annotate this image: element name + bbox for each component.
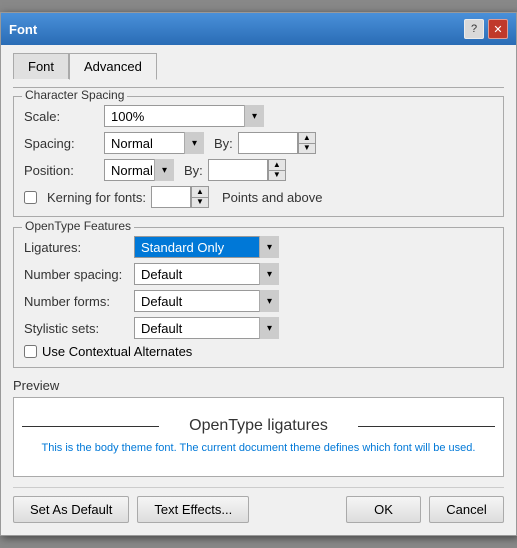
kerning-spin[interactable]: ▲ ▼ bbox=[191, 186, 209, 208]
preview-description: This is the body theme font. The current… bbox=[42, 441, 476, 456]
kerning-label: Kerning for fonts: bbox=[47, 190, 146, 205]
tab-font[interactable]: Font bbox=[13, 53, 69, 79]
opentype-features-group: OpenType Features Ligatures: Standard On… bbox=[13, 227, 504, 368]
contextual-checkbox[interactable] bbox=[24, 345, 37, 358]
character-spacing-group: Character Spacing Scale: 100% ▾ Spacing:… bbox=[13, 96, 504, 217]
tab-advanced[interactable]: Advanced bbox=[69, 53, 157, 80]
font-dialog: Font ? ✕ Font Advanced Character Spacing… bbox=[0, 12, 517, 536]
preview-content-row: OpenType ligatures bbox=[22, 417, 495, 435]
by-label-2: By: bbox=[184, 163, 203, 178]
by2-field[interactable] bbox=[208, 159, 268, 181]
number-forms-dropdown-arrow[interactable]: ▾ bbox=[259, 290, 279, 312]
tab-bar: Font Advanced bbox=[13, 53, 504, 79]
kerning-wrapper: ▲ ▼ bbox=[151, 186, 209, 208]
number-spacing-select-wrapper: Default ▾ bbox=[134, 263, 279, 285]
kerning-spin-up[interactable]: ▲ bbox=[192, 187, 208, 198]
contextual-label: Use Contextual Alternates bbox=[42, 344, 192, 359]
preview-box: OpenType ligatures This is the body them… bbox=[13, 397, 504, 477]
stylistic-sets-select-wrapper: Default ▾ bbox=[134, 317, 279, 339]
kerning-spin-down[interactable]: ▼ bbox=[192, 198, 208, 208]
kerning-field[interactable] bbox=[151, 186, 191, 208]
position-row: Position: Normal ▾ By: ▲ ▼ bbox=[24, 159, 493, 181]
scale-field[interactable]: 100% bbox=[104, 105, 264, 127]
scale-dropdown-arrow[interactable]: ▾ bbox=[244, 105, 264, 127]
title-bar: Font ? ✕ bbox=[1, 13, 516, 45]
character-spacing-label: Character Spacing bbox=[22, 88, 127, 102]
ligatures-field[interactable]: Standard Only bbox=[134, 236, 279, 258]
bottom-buttons: Set As Default Text Effects... OK Cancel bbox=[13, 487, 504, 523]
number-spacing-dropdown-arrow[interactable]: ▾ bbox=[259, 263, 279, 285]
points-text: Points and above bbox=[222, 190, 322, 205]
by-label-1: By: bbox=[214, 136, 233, 151]
opentype-label: OpenType Features bbox=[22, 219, 134, 233]
position-dropdown-arrow[interactable]: ▾ bbox=[154, 159, 174, 181]
ok-button[interactable]: OK bbox=[346, 496, 421, 523]
close-button[interactable]: ✕ bbox=[488, 19, 508, 39]
btn-group-right: OK Cancel bbox=[346, 496, 504, 523]
by1-spin[interactable]: ▲ ▼ bbox=[298, 132, 316, 154]
ligatures-select-wrapper: Standard Only ▾ bbox=[134, 236, 279, 258]
scale-select-wrapper: 100% ▾ bbox=[104, 105, 264, 127]
ligatures-row: Ligatures: Standard Only ▾ bbox=[24, 236, 493, 258]
spacing-dropdown-arrow[interactable]: ▾ bbox=[184, 132, 204, 154]
by1-wrapper: ▲ ▼ bbox=[238, 132, 316, 154]
position-label: Position: bbox=[24, 163, 104, 178]
number-forms-select-wrapper: Default ▾ bbox=[134, 290, 279, 312]
number-spacing-row: Number spacing: Default ▾ bbox=[24, 263, 493, 285]
stylistic-sets-label: Stylistic sets: bbox=[24, 321, 134, 336]
number-spacing-field[interactable]: Default bbox=[134, 263, 279, 285]
set-as-default-button[interactable]: Set As Default bbox=[13, 496, 129, 523]
preview-text: OpenType ligatures bbox=[179, 417, 338, 435]
stylistic-sets-field[interactable]: Default bbox=[134, 317, 279, 339]
kerning-row: Kerning for fonts: ▲ ▼ Points and above bbox=[24, 186, 493, 208]
text-effects-button[interactable]: Text Effects... bbox=[137, 496, 249, 523]
by2-spin-up[interactable]: ▲ bbox=[269, 160, 285, 171]
scale-label: Scale: bbox=[24, 109, 104, 124]
preview-line-right bbox=[358, 426, 495, 427]
contextual-row: Use Contextual Alternates bbox=[24, 344, 493, 359]
preview-section: Preview OpenType ligatures This is the b… bbox=[13, 378, 504, 477]
position-select-wrapper: Normal ▾ bbox=[104, 159, 174, 181]
dialog-content: Font Advanced Character Spacing Scale: 1… bbox=[1, 45, 516, 535]
kerning-checkbox[interactable] bbox=[24, 191, 37, 204]
by2-wrapper: ▲ ▼ bbox=[208, 159, 286, 181]
by2-spin-down[interactable]: ▼ bbox=[269, 171, 285, 181]
number-spacing-label: Number spacing: bbox=[24, 267, 134, 282]
preview-label: Preview bbox=[13, 378, 504, 393]
btn-group-left: Set As Default Text Effects... bbox=[13, 496, 249, 523]
help-button[interactable]: ? bbox=[464, 19, 484, 39]
cancel-button[interactable]: Cancel bbox=[429, 496, 504, 523]
by1-spin-down[interactable]: ▼ bbox=[299, 144, 315, 154]
dialog-title: Font bbox=[9, 22, 37, 37]
number-forms-row: Number forms: Default ▾ bbox=[24, 290, 493, 312]
title-bar-controls: ? ✕ bbox=[464, 19, 508, 39]
by1-field[interactable] bbox=[238, 132, 298, 154]
ligatures-label: Ligatures: bbox=[24, 240, 134, 255]
spacing-select-wrapper: Normal ▾ bbox=[104, 132, 204, 154]
stylistic-sets-row: Stylistic sets: Default ▾ bbox=[24, 317, 493, 339]
spacing-row: Spacing: Normal ▾ By: ▲ ▼ bbox=[24, 132, 493, 154]
number-forms-label: Number forms: bbox=[24, 294, 134, 309]
by1-spin-up[interactable]: ▲ bbox=[299, 133, 315, 144]
scale-row: Scale: 100% ▾ bbox=[24, 105, 493, 127]
spacing-label: Spacing: bbox=[24, 136, 104, 151]
number-forms-field[interactable]: Default bbox=[134, 290, 279, 312]
preview-line-left bbox=[22, 426, 159, 427]
stylistic-sets-dropdown-arrow[interactable]: ▾ bbox=[259, 317, 279, 339]
ligatures-dropdown-arrow[interactable]: ▾ bbox=[259, 236, 279, 258]
by2-spin[interactable]: ▲ ▼ bbox=[268, 159, 286, 181]
